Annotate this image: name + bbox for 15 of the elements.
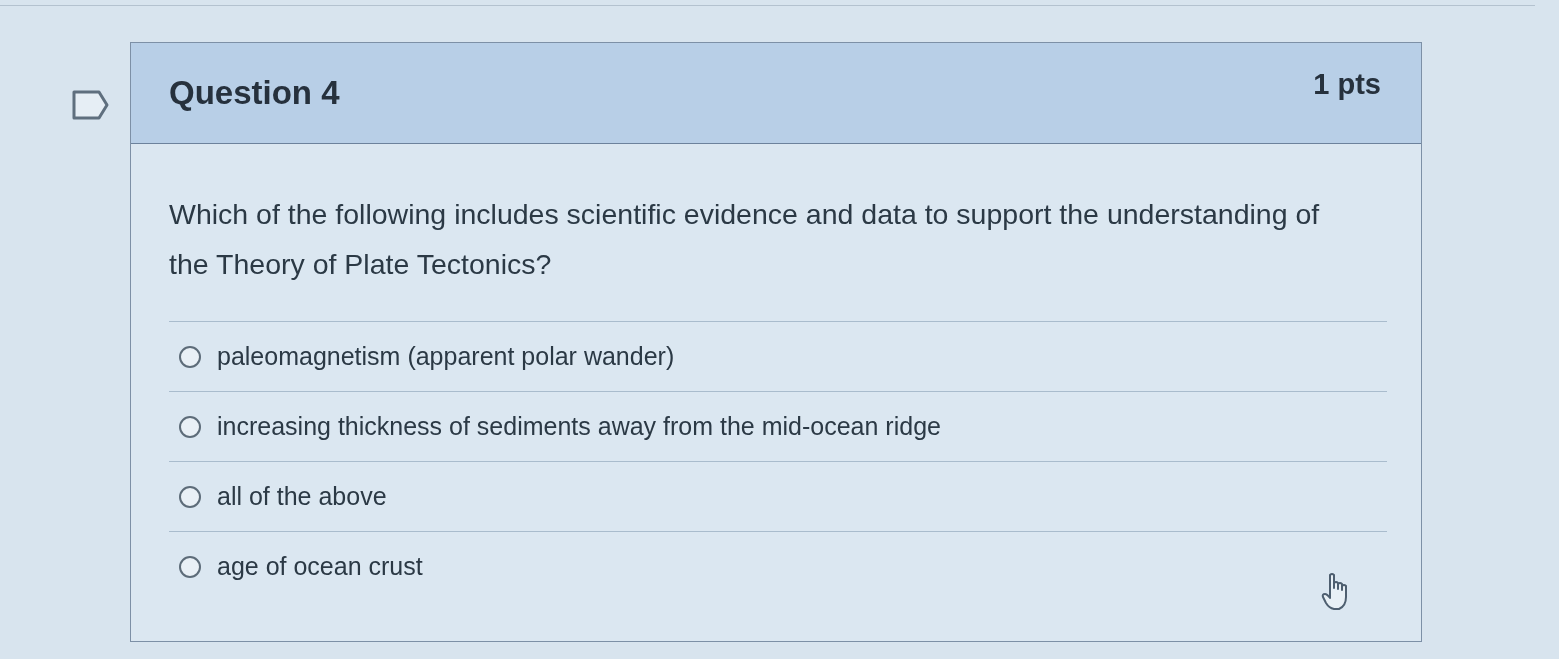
radio-button[interactable]	[179, 555, 201, 578]
question-title: Question 4	[169, 74, 340, 112]
answer-option[interactable]: all of the above	[169, 461, 1387, 531]
radio-button[interactable]	[179, 485, 201, 508]
radio-button[interactable]	[179, 345, 201, 368]
answer-option[interactable]: paleomagnetism (apparent polar wander)	[169, 321, 1387, 391]
question-text: Which of the following includes scientific evidence and data to support the understanding of the Theory of Plate Tectonics?	[169, 197, 1321, 282]
answer-label: increasing thickness of sediments away from the mid-ocean ridge	[217, 412, 941, 441]
tag-icon[interactable]	[72, 90, 109, 120]
answer-label: age of ocean crust	[217, 552, 423, 581]
answer-option[interactable]: increasing thickness of sediments away from the mid-ocean ridge	[169, 391, 1387, 461]
answer-label: paleomagnetism (apparent polar wander)	[217, 342, 675, 371]
answer-label: all of the above	[217, 482, 387, 511]
radio-button[interactable]	[179, 415, 201, 438]
question-points: 1 pts	[1313, 67, 1381, 101]
